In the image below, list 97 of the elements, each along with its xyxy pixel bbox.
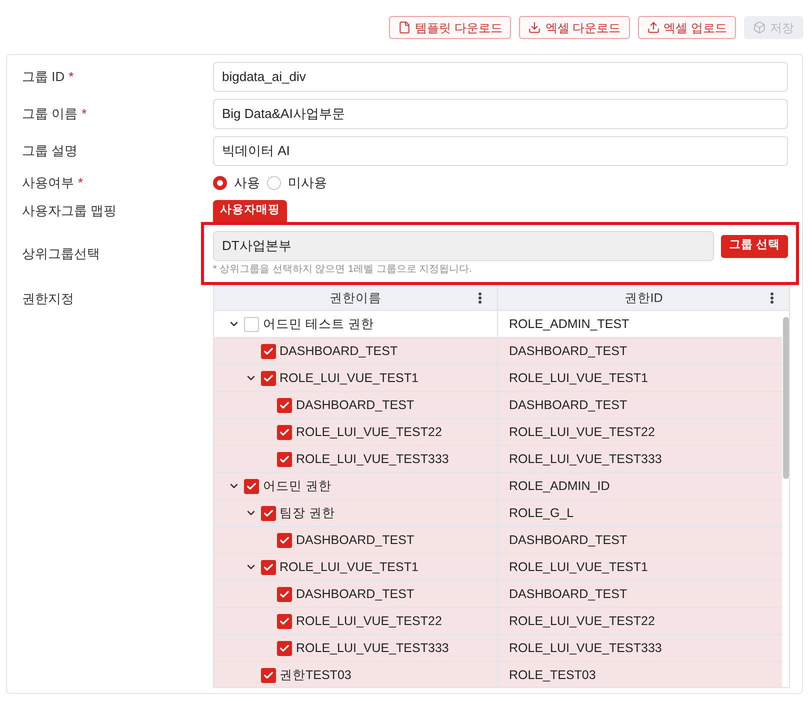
table-row[interactable]: ROLE_LUI_VUE_TEST1 ROLE_LUI_VUE_TEST1 [214,365,782,392]
checkbox[interactable] [277,532,292,548]
permission-name: ROLE_LUI_VUE_TEST1 [280,558,418,576]
permission-id: ROLE_G_L [509,504,574,522]
check-icon [279,534,290,546]
permission-id: DASHBOARD_TEST [509,396,628,414]
permission-name: 팀장 권한 [280,504,335,522]
text-field[interactable]: 빅데이터 AI [213,136,788,166]
checkbox[interactable] [260,370,276,386]
checkbox[interactable] [260,668,276,682]
check-icon [279,454,290,464]
check-icon [262,670,274,680]
checkbox[interactable] [244,478,259,494]
checkbox[interactable] [277,452,292,466]
checkbox[interactable] [277,614,292,628]
permission-name: DASHBOARD_TEST [296,532,414,549]
table-row[interactable]: ROLE_LUI_VUE_TEST333 ROLE_LUI_VUE_TEST333 [214,446,782,473]
download-icon [528,21,542,34]
group-select-button[interactable]: 그룹 선택 [720,234,788,258]
field-label: 상위그룹선택 [22,244,101,263]
checkbox[interactable] [277,424,292,440]
table-row[interactable]: 팀장 권한 ROLE_G_L [214,500,782,527]
permission-name: 어드민 테스트 권한 [263,316,374,333]
permission-name: ROLE_LUI_VUE_TEST333 [296,450,449,468]
permission-name: DASHBOARD_TEST [280,342,398,360]
field-label: 권한지정 [22,291,74,306]
radio-label[interactable]: 사용 [234,173,260,193]
permission-name: ROLE_LUI_VUE_TEST1 [280,370,418,387]
permission-id: ROLE_ADMIN_ID [509,478,610,495]
file-icon [398,21,411,34]
table-row[interactable]: 권한TEST03 ROLE_TEST03 [214,662,782,687]
check-icon [262,562,274,572]
permission-id: ROLE_LUI_VUE_TEST333 [509,640,662,657]
permission-name: ROLE_LUI_VUE_TEST22 [296,612,442,630]
table-row[interactable]: ROLE_LUI_VUE_TEST1 ROLE_LUI_VUE_TEST1 [214,554,782,581]
cube-icon [753,21,766,34]
permission-id: ROLE_ADMIN_TEST [509,316,630,333]
permission-name: DASHBOARD_TEST [296,586,414,603]
checkbox[interactable] [260,506,276,520]
permission-id: DASHBOARD_TEST [509,342,628,360]
field-label: 그룹 설명 [22,142,79,160]
permission-id: ROLE_LUI_VUE_TEST22 [509,424,655,441]
check-icon [279,426,290,438]
check-icon [246,480,257,492]
field-label: 그룹 ID * [22,68,75,86]
permission-name: ROLE_LUI_VUE_TEST22 [296,424,442,441]
column-header: 권한ID [624,291,663,305]
check-icon [279,616,290,626]
checkbox[interactable] [244,316,259,332]
checkbox[interactable] [277,640,292,656]
check-icon [262,508,274,518]
radio-button[interactable] [267,176,281,190]
permission-name: ROLE_LUI_VUE_TEST333 [296,640,449,657]
table-row[interactable]: ROLE_LUI_VUE_TEST22 ROLE_LUI_VUE_TEST22 [214,608,782,635]
radio-button[interactable] [213,176,227,190]
permission-id: ROLE_LUI_VUE_TEST22 [509,612,655,630]
excel-download-button[interactable]: 엑셀 다운로드 [519,16,630,39]
radio-label[interactable]: 미사용 [288,173,327,193]
permission-id: ROLE_LUI_VUE_TEST333 [509,450,662,468]
permission-name: 권한TEST03 [280,666,352,684]
permission-id: ROLE_TEST03 [509,666,596,684]
column-header: 권한이름 [330,291,382,305]
check-icon [279,588,290,600]
text-field[interactable]: Big Data&AI사업부문 [213,99,788,129]
parent-group-field[interactable]: DT사업본부 [213,231,714,261]
table-row[interactable]: 어드민 권한 ROLE_ADMIN_ID [214,473,782,500]
field-label: 그룹 이름 * [22,105,88,124]
checkbox[interactable] [260,560,276,574]
text-field[interactable]: bigdata_ai_div [213,62,788,92]
permission-id: ROLE_LUI_VUE_TEST1 [509,558,648,576]
excel-upload-button[interactable]: 엑셀 업로드 [638,16,736,39]
scrollbar-thumb[interactable] [782,317,788,479]
permission-name: 어드민 권한 [263,478,332,495]
template-download-button[interactable]: 템플릿 다운로드 [388,16,512,39]
table-row[interactable]: DASHBOARD_TEST DASHBOARD_TEST [214,527,782,554]
checkbox[interactable] [260,344,276,358]
permission-name: DASHBOARD_TEST [296,396,414,414]
field-hint: * 상위그룹을 선택하지 않으면 1레벨 그룹으로 지정됩니다. [213,262,472,276]
table-row[interactable]: 어드민 테스트 권한 ROLE_ADMIN_TEST [214,311,782,338]
checkbox[interactable] [277,586,292,602]
permission-id: DASHBOARD_TEST [509,532,628,549]
table-row[interactable]: ROLE_LUI_VUE_TEST22 ROLE_LUI_VUE_TEST22 [214,419,782,446]
upload-icon [646,21,660,34]
check-icon [279,400,290,410]
permission-id: ROLE_LUI_VUE_TEST1 [509,370,648,387]
checkbox[interactable] [277,398,292,412]
user-mapping-button[interactable]: 사용자매핑 [213,200,287,222]
field-label: 사용여부 * [22,174,84,192]
check-icon [279,642,290,654]
check-icon [262,372,274,384]
permission-id: DASHBOARD_TEST [509,586,628,603]
table-row[interactable]: DASHBOARD_TEST DASHBOARD_TEST [214,581,782,608]
table-row[interactable]: ROLE_LUI_VUE_TEST333 ROLE_LUI_VUE_TEST333 [214,635,782,662]
table-row[interactable]: DASHBOARD_TEST DASHBOARD_TEST [214,392,782,419]
table-row[interactable]: DASHBOARD_TEST DASHBOARD_TEST [214,338,782,365]
field-label: 사용자그룹 맵핑 [22,202,118,220]
check-icon [262,346,274,356]
